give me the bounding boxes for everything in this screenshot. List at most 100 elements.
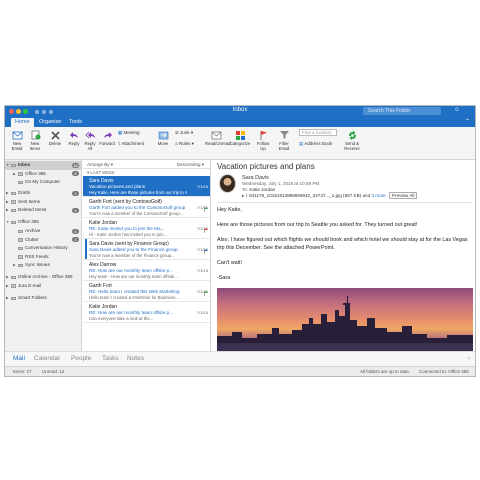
folder-label: Jura E-mail	[18, 282, 42, 288]
message-list-item[interactable]: Alex Darrow RE: How are our monthly team …	[83, 260, 210, 281]
search-input[interactable]: Search This Folder	[363, 107, 441, 115]
arrange-by-menu[interactable]: Arrange By ▾	[87, 160, 113, 169]
message-sender: Sara Davis (sent by Finance Group)	[89, 240, 169, 247]
chevron-left-icon[interactable]: ‹	[468, 354, 470, 364]
folder-item[interactable]: ▶ Deleted Items 4	[5, 206, 82, 215]
follow-up-button[interactable]: Follow Up	[254, 130, 272, 151]
new-items-button[interactable]: New Items	[26, 130, 44, 151]
folder-item[interactable]: Archive 6	[5, 227, 82, 236]
flag-icon[interactable]	[204, 241, 208, 254]
disclosure-triangle-icon[interactable]: ▶	[6, 273, 9, 282]
nav-calendar[interactable]: Calendar	[34, 354, 60, 364]
disclosure-triangle-icon[interactable]: ▶	[6, 282, 9, 291]
folder-label: Conversation History	[25, 245, 68, 250]
folder-item[interactable]: ▶ Online Archive - Office 365	[5, 273, 82, 282]
folder-item[interactable]: ▶ Jura E-mail	[5, 282, 82, 291]
reply-button[interactable]: Reply	[66, 130, 82, 146]
filter-email-button[interactable]: Filter Email	[275, 130, 293, 151]
forward-button[interactable]: Forward	[98, 130, 116, 146]
folder-label: Sent Items	[18, 198, 40, 204]
status-connection: Connected to: Office 365	[419, 369, 469, 374]
reply-all-button[interactable]: Reply All	[82, 130, 98, 151]
tab-organize[interactable]: Organize	[35, 118, 65, 127]
folder-pane: ▼ Inbox 12 ▶ Office 365 8 On My Computer ▶ Draft…	[5, 160, 82, 351]
address-book-button[interactable]: ▤ Address Book	[299, 141, 332, 147]
rules-button[interactable]: ≡ Rules ▾	[175, 141, 194, 147]
disclosure-triangle-icon[interactable]: ▼	[6, 161, 9, 170]
status-bar: Items: 27 Unread: 12 All folders are up …	[5, 366, 475, 376]
folder-item[interactable]: ▶ Sync Issues	[5, 261, 82, 270]
flag-icon	[204, 248, 208, 254]
sort-order-menu[interactable]: Descending ▾	[177, 160, 204, 169]
attached-photo-seattle-skyline[interactable]	[217, 288, 473, 351]
message-list-item[interactable]: Katie Jordan RE: How are our monthly team…	[83, 302, 210, 323]
tab-home[interactable]: Home	[11, 118, 34, 127]
message-preview: Hey Katie, Here are those pictures from …	[89, 190, 187, 195]
folder-item[interactable]: ▶ Drafts 1	[5, 189, 82, 198]
folder-item[interactable]: ▶ Office 365 8	[5, 170, 82, 179]
message-preview: Hey team - How are our monthly team offs…	[89, 274, 178, 279]
folder-item[interactable]: ▶ Smart Folders	[5, 294, 82, 303]
delete-button[interactable]: Delete	[47, 130, 63, 146]
rules-icon: ≡	[175, 141, 178, 146]
disclosure-triangle-icon[interactable]: ▶	[13, 170, 16, 179]
send-receive-button[interactable]: Send & Receive	[341, 130, 363, 151]
move-button[interactable]: Move	[155, 130, 171, 146]
folder-item[interactable]: ▼ Inbox 12	[5, 161, 82, 170]
nav-people[interactable]: People	[71, 354, 91, 364]
smiley-icon[interactable]: ☺	[454, 107, 460, 113]
meeting-button[interactable]: ▦ Meeting	[118, 130, 140, 136]
message-list-item[interactable]: Katie Jordan RE: Katie invited you to joi…	[83, 218, 210, 239]
flag-icon[interactable]	[204, 283, 208, 296]
status-items: Items: 27	[13, 369, 32, 374]
message-preview: You're now a member of the ContosoGolf g…	[89, 211, 184, 216]
title-bar: Inbox Search This Folder ☺	[5, 106, 475, 117]
disclosure-triangle-icon[interactable]: ▶	[13, 261, 16, 270]
folder-item[interactable]: On My Computer	[5, 178, 82, 187]
tab-tools[interactable]: Tools	[65, 118, 86, 127]
status-unread: Unread: 12	[42, 369, 65, 374]
disclosure-triangle-icon[interactable]: ▼	[6, 218, 9, 227]
body-paragraph: Here are those pictures from our trip to…	[217, 222, 418, 228]
message-list-item[interactable]: Sara Davis (sent by Finance Group) Sara D…	[83, 239, 210, 260]
message-list-item[interactable]: Sara Davis Vacation pictures and plans Hey…	[83, 176, 210, 197]
junk-button[interactable]: ⊘ Junk ▾	[175, 130, 193, 136]
folder-label: RSS Feeds	[25, 253, 49, 259]
folder-icon	[18, 229, 23, 233]
folder-item[interactable]: Conversation History	[5, 244, 82, 253]
disclosure-triangle-icon[interactable]: ▶	[6, 206, 9, 215]
body-paragraph: Also, I have figured out which flights w…	[217, 237, 468, 251]
chevron-up-icon[interactable]: ⌃	[465, 118, 470, 125]
reply-icon	[69, 132, 78, 138]
message-list-item[interactable]: Garth Fort (sent by ContosoGolf) Garth Fo…	[83, 197, 210, 218]
chevron-right-icon[interactable]: ▸	[242, 193, 244, 198]
categorize-button[interactable]: Categorize	[229, 130, 251, 146]
categorize-icon	[235, 131, 245, 140]
nav-notes[interactable]: Notes	[127, 354, 144, 364]
message-subject-line: RE: How are our monthly team offsite p..…	[89, 268, 173, 273]
folder-item[interactable]: ▼ Office 365	[5, 218, 82, 227]
preview-all-button[interactable]: Preview All	[389, 192, 418, 199]
nav-mail[interactable]: Mail	[13, 354, 25, 364]
disclosure-triangle-icon[interactable]: ▶	[6, 189, 9, 198]
flag-icon	[204, 227, 208, 233]
disclosure-triangle-icon[interactable]: ▶	[6, 198, 9, 207]
folder-item[interactable]: RSS Feeds	[5, 253, 82, 262]
message-subject-line: Vacation pictures and plans	[89, 184, 146, 189]
nav-tasks[interactable]: Tasks	[102, 354, 119, 364]
message-list-item[interactable]: Garth Fort RE: Hello team I created this …	[83, 281, 210, 302]
folder-icon	[11, 163, 16, 167]
folder-item[interactable]: ▶ Sent Items	[5, 198, 82, 207]
folder-icon	[11, 191, 16, 195]
flag-icon[interactable]	[204, 199, 208, 212]
attachment-button[interactable]: ⌇ Attachment	[118, 141, 144, 147]
disclosure-triangle-icon[interactable]: ▶	[6, 294, 9, 303]
read-unread-button[interactable]: Read/Unread	[205, 130, 231, 146]
new-email-button[interactable]: New Email	[8, 130, 26, 151]
message-date: 7/1/15	[196, 310, 208, 315]
find-contact-input[interactable]: Find a Contact	[299, 129, 337, 136]
folder-item[interactable]: Clutter 3	[5, 236, 82, 245]
flag-icon[interactable]	[204, 220, 208, 233]
skyline-image	[217, 296, 473, 351]
folder-label: Deleted Items	[18, 207, 47, 212]
